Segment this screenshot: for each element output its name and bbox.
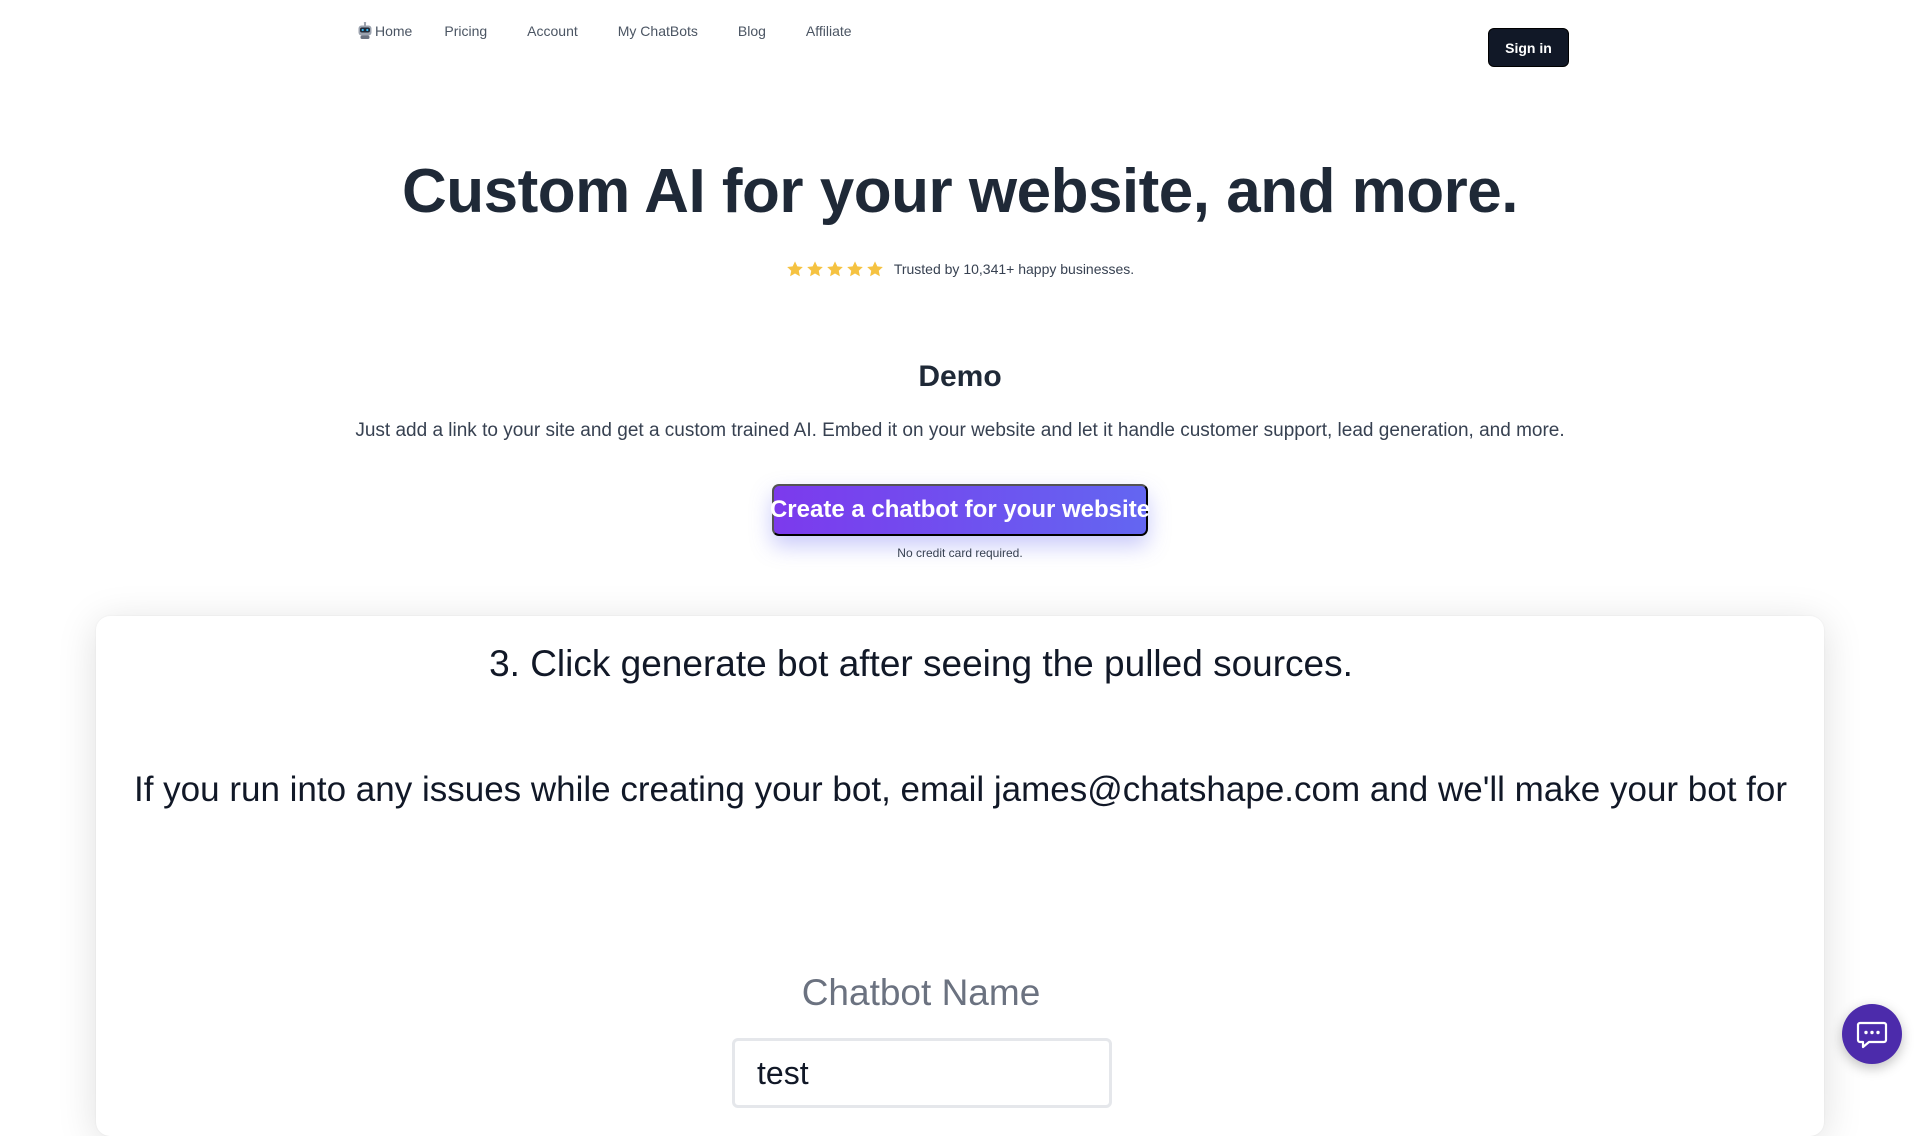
demo-video-frame: 3. Click generate bot after seeing the p… bbox=[96, 616, 1824, 1136]
star-icon bbox=[826, 260, 844, 278]
demo-description: Just add a link to your site and get a c… bbox=[355, 420, 1565, 441]
nav-account-link[interactable]: Account bbox=[527, 23, 578, 39]
nav-affiliate-link[interactable]: Affiliate bbox=[806, 23, 852, 39]
demo-title: Demo bbox=[918, 360, 1002, 393]
demo-step-text: 3. Click generate bot after seeing the p… bbox=[489, 643, 1353, 684]
chatbot-name-input[interactable]: test bbox=[732, 1038, 1112, 1108]
cta-note: No credit card required. bbox=[897, 546, 1023, 560]
trust-text: Trusted by 10,341+ happy businesses. bbox=[893, 261, 1135, 277]
top-nav: Home Pricing Account My ChatBots Blog Af… bbox=[0, 0, 1920, 96]
cta-section: Create a chatbot for your website No cre… bbox=[0, 484, 1920, 560]
nav-links: Home Pricing Account My ChatBots Blog Af… bbox=[356, 22, 892, 40]
chatbot-name-label: Chatbot Name bbox=[801, 972, 1041, 1013]
sign-in-button[interactable]: Sign in bbox=[1488, 28, 1569, 67]
rating-stars bbox=[786, 260, 886, 278]
star-icon bbox=[806, 260, 824, 278]
nav-my-chatbots-link[interactable]: My ChatBots bbox=[618, 23, 698, 39]
nav-home-link[interactable]: Home bbox=[356, 22, 412, 40]
nav-blog-link[interactable]: Blog bbox=[738, 23, 766, 39]
nav-home-label: Home bbox=[375, 23, 413, 39]
robot-logo-icon bbox=[356, 22, 374, 40]
star-icon bbox=[866, 260, 884, 278]
nav-pricing-link[interactable]: Pricing bbox=[444, 23, 487, 39]
hero-title: Custom AI for your website, and more. bbox=[401, 157, 1519, 226]
star-icon bbox=[846, 260, 864, 278]
chat-bubble-icon bbox=[1855, 1017, 1889, 1051]
chat-widget-button[interactable] bbox=[1842, 1004, 1902, 1064]
demo-issues-text: If you run into any issues while creatin… bbox=[134, 770, 1794, 809]
trust-row: Trusted by 10,341+ happy businesses. bbox=[0, 260, 1920, 278]
star-icon bbox=[786, 260, 804, 278]
create-chatbot-button[interactable]: Create a chatbot for your website bbox=[770, 484, 1150, 536]
